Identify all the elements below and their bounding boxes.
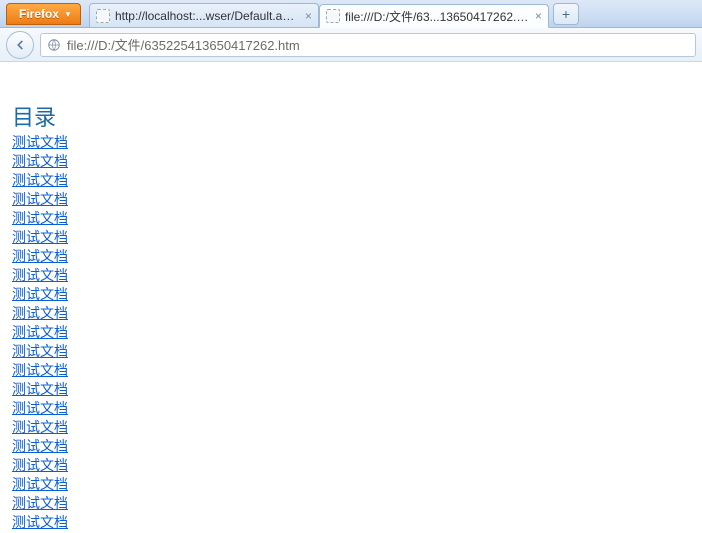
list-item: 测试文档	[12, 457, 702, 476]
tab[interactable]: http://localhost:...wser/Default.aspx ×	[89, 3, 319, 27]
new-tab-button[interactable]: +	[553, 3, 579, 25]
page-favicon-icon	[326, 9, 340, 23]
list-item: 测试文档	[12, 419, 702, 438]
tab[interactable]: file:///D:/文件/63...13650417262.htm ×	[319, 4, 549, 28]
list-item: 测试文档	[12, 286, 702, 305]
url-text: file:///D:/文件/635225413650417262.htm	[67, 35, 689, 54]
toc-link[interactable]: 测试文档	[12, 516, 68, 531]
chevron-down-icon: ▼	[64, 10, 72, 19]
page-favicon-icon	[96, 9, 110, 23]
toc-title: 目录	[12, 100, 702, 132]
list-item: 测试文档	[12, 229, 702, 248]
toc-link[interactable]: 测试文档	[12, 478, 68, 493]
toc-link[interactable]: 测试文档	[12, 459, 68, 474]
toc-link[interactable]: 测试文档	[12, 383, 68, 398]
page-content: 目录 测试文档测试文档测试文档测试文档测试文档测试文档测试文档测试文档测试文档测…	[0, 62, 702, 533]
list-item: 测试文档	[12, 438, 702, 457]
toc-link[interactable]: 测试文档	[12, 440, 68, 455]
list-item: 测试文档	[12, 153, 702, 172]
list-item: 测试文档	[12, 362, 702, 381]
urlbar[interactable]: file:///D:/文件/635225413650417262.htm	[40, 33, 696, 57]
firefox-menu-button[interactable]: Firefox ▼	[6, 3, 81, 25]
list-item: 测试文档	[12, 495, 702, 514]
list-item: 测试文档	[12, 324, 702, 343]
toc-link[interactable]: 测试文档	[12, 421, 68, 436]
toc-link[interactable]: 测试文档	[12, 345, 68, 360]
toc-link[interactable]: 测试文档	[12, 193, 68, 208]
toc-link[interactable]: 测试文档	[12, 174, 68, 189]
toc-link[interactable]: 测试文档	[12, 155, 68, 170]
toc-link[interactable]: 测试文档	[12, 364, 68, 379]
list-item: 测试文档	[12, 381, 702, 400]
toc-link[interactable]: 测试文档	[12, 307, 68, 322]
toolbar: file:///D:/文件/635225413650417262.htm	[0, 28, 702, 62]
toc-link-list: 测试文档测试文档测试文档测试文档测试文档测试文档测试文档测试文档测试文档测试文档…	[12, 134, 702, 533]
toc-link[interactable]: 测试文档	[12, 269, 68, 284]
list-item: 测试文档	[12, 248, 702, 267]
tab-close-button[interactable]: ×	[535, 10, 542, 22]
tab-label: http://localhost:...wser/Default.aspx	[115, 9, 299, 23]
list-item: 测试文档	[12, 476, 702, 495]
back-button[interactable]	[6, 31, 34, 59]
list-item: 测试文档	[12, 134, 702, 153]
firefox-menu-label: Firefox	[19, 7, 59, 21]
list-item: 测试文档	[12, 514, 702, 533]
tab-close-button[interactable]: ×	[305, 10, 312, 22]
toc-link[interactable]: 测试文档	[12, 326, 68, 341]
list-item: 测试文档	[12, 191, 702, 210]
tab-label: file:///D:/文件/63...13650417262.htm	[345, 8, 529, 25]
arrow-left-icon	[13, 38, 27, 52]
toc-link[interactable]: 测试文档	[12, 250, 68, 265]
toc-link[interactable]: 测试文档	[12, 402, 68, 417]
list-item: 测试文档	[12, 343, 702, 362]
tabstrip: http://localhost:...wser/Default.aspx × …	[89, 0, 579, 27]
title-bar: Firefox ▼ http://localhost:...wser/Defau…	[0, 0, 702, 28]
list-item: 测试文档	[12, 210, 702, 229]
toc-link[interactable]: 测试文档	[12, 231, 68, 246]
list-item: 测试文档	[12, 305, 702, 324]
toc-link[interactable]: 测试文档	[12, 212, 68, 227]
globe-icon	[47, 38, 61, 52]
toc-link[interactable]: 测试文档	[12, 288, 68, 303]
toc-link[interactable]: 测试文档	[12, 136, 68, 151]
list-item: 测试文档	[12, 267, 702, 286]
plus-icon: +	[562, 6, 570, 22]
list-item: 测试文档	[12, 400, 702, 419]
list-item: 测试文档	[12, 172, 702, 191]
toc-link[interactable]: 测试文档	[12, 497, 68, 512]
